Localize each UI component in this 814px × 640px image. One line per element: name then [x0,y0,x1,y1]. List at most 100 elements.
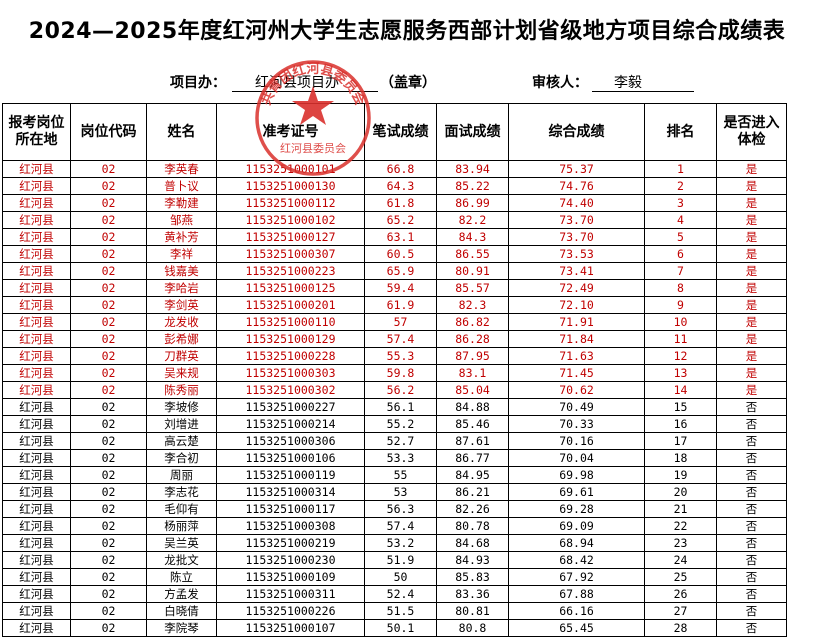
cell-name: 白晓倩 [146,602,217,620]
cell-interview: 84.95 [436,466,509,484]
cell-post-code: 02 [70,568,147,586]
cell-post-code: 02 [70,245,147,263]
cell-post-code: 02 [70,364,147,382]
cell-interview: 84.93 [436,551,509,569]
cell-written: 52.7 [364,432,437,450]
cell-name: 陈立 [146,568,217,586]
cell-written: 65.2 [364,211,437,229]
cell-rank: 19 [644,466,717,484]
table-row: 红河县 02 白晓倩 1153251000226 51.5 80.81 66.16 27 否 [2,602,787,620]
cell-exam-id: 1153251000314 [216,483,365,501]
table-row: 红河县 02 陈立 1153251000109 50 85.83 67.92 25 否 [2,568,787,586]
cell-interview: 85.83 [436,568,509,586]
cell-name: 彭希娜 [146,330,217,348]
cell-interview: 86.21 [436,483,509,501]
cell-interview: 80.78 [436,517,509,535]
table-row: 红河县 02 方孟发 1153251000311 52.4 83.36 67.88 26 否 [2,585,787,603]
cell-total: 67.92 [508,568,645,586]
cell-physical-exam: 是 [716,228,787,246]
cell-rank: 9 [644,296,717,314]
cell-post-code: 02 [70,517,147,535]
cell-rank: 16 [644,415,717,433]
cell-exam-id: 1153251000107 [216,619,365,637]
cell-post-code: 02 [70,330,147,348]
col-physical-exam: 是否进入体检 [716,103,787,161]
cell-post-code: 02 [70,585,147,603]
cell-physical-exam: 否 [716,432,787,450]
table-row: 红河县 02 彭希娜 1153251000129 57.4 86.28 71.84 11 是 [2,330,787,348]
cell-rank: 27 [644,602,717,620]
cell-interview: 84.68 [436,534,509,552]
cell-exam-id: 1153251000127 [216,228,365,246]
cell-exam-id: 1153251000119 [216,466,365,484]
cell-total: 72.10 [508,296,645,314]
cell-written: 55.2 [364,415,437,433]
cell-rank: 17 [644,432,717,450]
cell-exam-id: 1153251000303 [216,364,365,382]
cell-written: 57.4 [364,517,437,535]
cell-location: 红河县 [2,415,71,433]
cell-exam-id: 1153251000307 [216,245,365,263]
cell-exam-id: 1153251000112 [216,194,365,212]
cell-name: 方孟发 [146,585,217,603]
cell-total: 70.04 [508,449,645,467]
cell-rank: 28 [644,619,717,637]
cell-written: 59.4 [364,279,437,297]
cell-name: 龙批文 [146,551,217,569]
cell-physical-exam: 否 [716,585,787,603]
cell-written: 66.8 [364,160,437,178]
cell-physical-exam: 否 [716,415,787,433]
cell-exam-id: 1153251000228 [216,347,365,365]
cell-interview: 82.26 [436,500,509,518]
cell-total: 74.40 [508,194,645,212]
cell-physical-exam: 是 [716,347,787,365]
table-row: 红河县 02 陈秀丽 1153251000302 56.2 85.04 70.62 14 是 [2,381,787,399]
table-row: 红河县 02 高云楚 1153251000306 52.7 87.61 70.16 17 否 [2,432,787,450]
cell-written: 53 [364,483,437,501]
cell-physical-exam: 否 [716,449,787,467]
cell-total: 65.45 [508,619,645,637]
cell-total: 70.16 [508,432,645,450]
cell-rank: 18 [644,449,717,467]
cell-total: 72.49 [508,279,645,297]
cell-physical-exam: 是 [716,296,787,314]
cell-total: 71.63 [508,347,645,365]
cell-exam-id: 1153251000130 [216,177,365,195]
cell-post-code: 02 [70,619,147,637]
cell-location: 红河县 [2,296,71,314]
table-row: 红河县 02 黄补芳 1153251000127 63.1 84.3 73.70 5 是 [2,228,787,246]
cell-location: 红河县 [2,228,71,246]
cell-interview: 80.91 [436,262,509,280]
cell-rank: 25 [644,568,717,586]
cell-location: 红河县 [2,585,71,603]
reviewer-value: 李毅 [614,75,642,91]
cell-written: 53.3 [364,449,437,467]
cell-post-code: 02 [70,500,147,518]
cell-written: 56.3 [364,500,437,518]
cell-name: 杨丽萍 [146,517,217,535]
cell-post-code: 02 [70,551,147,569]
cell-exam-id: 1153251000109 [216,568,365,586]
cell-rank: 10 [644,313,717,331]
cell-post-code: 02 [70,347,147,365]
cell-written: 57.4 [364,330,437,348]
cell-interview: 82.3 [436,296,509,314]
cell-total: 67.88 [508,585,645,603]
table-header-row: 报考岗位所在地 岗位代码 姓名 准考证号 笔试成绩 面试成绩 综合成绩 排名 是… [2,103,787,161]
cell-written: 57 [364,313,437,331]
cell-exam-id: 1153251000106 [216,449,365,467]
cell-rank: 15 [644,398,717,416]
col-interview: 面试成绩 [436,103,509,161]
cell-written: 56.2 [364,381,437,399]
cell-rank: 12 [644,347,717,365]
cell-name: 刀群英 [146,347,217,365]
cell-interview: 83.1 [436,364,509,382]
cell-location: 红河县 [2,568,71,586]
cell-written: 51.9 [364,551,437,569]
cell-location: 红河县 [2,211,71,229]
table-row: 红河县 02 李祥 1153251000307 60.5 86.55 73.53 6 是 [2,245,787,263]
cell-rank: 1 [644,160,717,178]
cell-rank: 26 [644,585,717,603]
cell-physical-exam: 否 [716,602,787,620]
cell-total: 68.94 [508,534,645,552]
